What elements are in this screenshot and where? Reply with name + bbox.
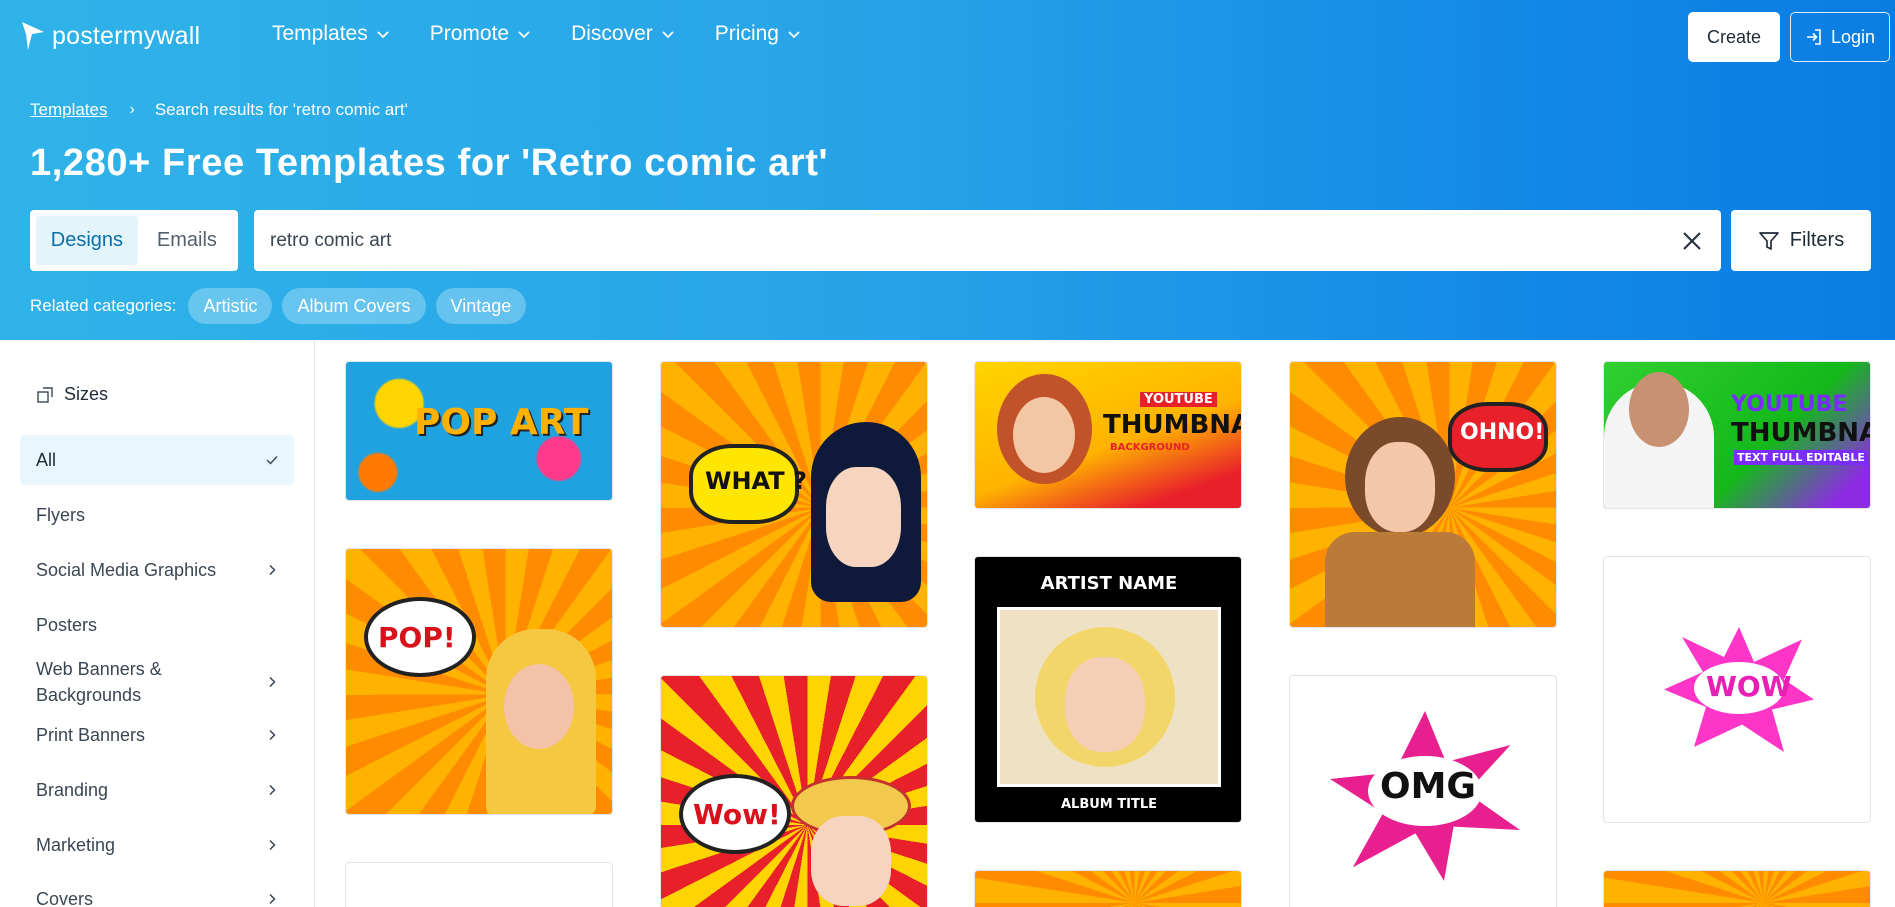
template-card[interactable]: [345, 862, 613, 907]
breadcrumb-current: Search results for 'retro comic art': [154, 100, 408, 119]
chip-album-covers[interactable]: Album Covers: [282, 288, 426, 324]
sidebar-item-label: Web Banners & Backgrounds: [36, 659, 162, 705]
sidebar-item-web-banners[interactable]: Web Banners & Backgrounds: [20, 656, 294, 708]
template-text: WOW: [1706, 670, 1792, 703]
template-card[interactable]: WOW: [1603, 556, 1871, 823]
template-text: BACKGROUND: [1110, 442, 1190, 453]
chevron-down-icon: [662, 31, 674, 39]
related-label: Related categories:: [30, 296, 177, 315]
template-text: WHAT ?: [705, 467, 807, 495]
related-categories: Related categories: Artistic Album Cover…: [30, 288, 527, 324]
template-card[interactable]: [1603, 870, 1871, 907]
template-card[interactable]: ARTIST NAME ALBUM TITLE: [974, 556, 1242, 823]
filters-button[interactable]: Filters: [1731, 210, 1871, 271]
menu-label: Templates: [272, 22, 368, 45]
sidebar-item-branding[interactable]: Branding: [20, 777, 294, 803]
resize-icon: [37, 386, 53, 403]
template-text: THUMBNAIL: [1103, 410, 1241, 440]
hero-header: postermywall Templates Promote Discover …: [0, 0, 1895, 340]
tab-emails[interactable]: Emails: [142, 216, 232, 265]
sidebar-item-label: Posters: [36, 615, 98, 635]
template-card[interactable]: POP ART: [345, 361, 613, 501]
breadcrumb-templates-link[interactable]: Templates: [30, 100, 107, 120]
create-button[interactable]: Create: [1688, 12, 1780, 62]
sidebar-item-label: Marketing: [36, 835, 116, 855]
sidebar-item-label: Flyers: [36, 505, 85, 525]
sidebar-item-social-media-graphics[interactable]: Social Media Graphics: [20, 557, 294, 583]
chevron-right-icon: ›: [129, 101, 135, 118]
template-text: Wow!: [693, 798, 781, 831]
template-text: OHNO!: [1460, 420, 1545, 445]
tab-designs[interactable]: Designs: [36, 216, 138, 265]
filter-icon: [1758, 231, 1779, 250]
sidebar-item-covers[interactable]: Covers: [20, 886, 294, 907]
close-icon[interactable]: [1681, 230, 1703, 252]
sidebar-item-marketing[interactable]: Marketing: [20, 832, 294, 858]
template-card[interactable]: YOUTUBE THUMBNAIL BACKGROUND: [974, 361, 1242, 509]
template-text: THUMBNAIL: [1731, 418, 1870, 448]
logo[interactable]: postermywall: [20, 20, 200, 52]
designs-emails-toggle: Designs Emails: [30, 210, 238, 271]
chip-artistic[interactable]: Artistic: [188, 288, 273, 324]
chevron-right-icon: [269, 676, 276, 688]
sidebar-item-flyers[interactable]: Flyers: [20, 502, 294, 528]
sizes-sidebar: Sizes All Flyers Social Media Graphics P…: [0, 340, 315, 907]
chevron-right-icon: [269, 839, 276, 851]
menu-label: Promote: [429, 22, 510, 45]
breadcrumb: Templates › Search results for 'retro co…: [30, 100, 408, 120]
menu-label: Pricing: [714, 22, 779, 45]
login-icon: [1806, 29, 1821, 45]
sidebar-item-label: Social Media Graphics: [36, 560, 217, 580]
menu-promote[interactable]: Promote: [430, 22, 531, 46]
sidebar-item-label: Covers: [36, 889, 94, 907]
menu-pricing[interactable]: Pricing: [715, 22, 801, 46]
template-card[interactable]: [974, 870, 1242, 907]
sizes-label: Sizes: [64, 384, 109, 404]
template-text: POP!: [378, 621, 456, 654]
template-text: ARTIST NAME: [1040, 573, 1178, 594]
template-text: ALBUM TITLE: [1060, 797, 1157, 812]
sidebar-item-label: Print Banners: [36, 725, 146, 745]
template-card[interactable]: OMG: [1289, 675, 1557, 907]
template-text: TEXT FULL EDITABLE: [1734, 450, 1868, 465]
chevron-right-icon: [269, 564, 276, 576]
chevron-right-icon: [269, 784, 276, 796]
filters-label: Filters: [1789, 229, 1845, 251]
chevron-down-icon: [377, 31, 389, 39]
search-input[interactable]: [270, 210, 1650, 271]
menu-label: Discover: [571, 22, 653, 45]
logo-text: postermywall: [52, 21, 201, 50]
login-button[interactable]: Login: [1790, 12, 1890, 62]
page-title: 1,280+ Free Templates for 'Retro comic a…: [30, 142, 829, 184]
check-icon: [266, 456, 278, 465]
template-text: YOUTUBE: [1140, 392, 1217, 407]
top-nav: postermywall Templates Promote Discover …: [0, 0, 1895, 72]
logo-icon: [22, 22, 44, 50]
menu-discover[interactable]: Discover: [571, 22, 675, 46]
template-card[interactable]: YOUTUBE THUMBNAIL TEXT FULL EDITABLE: [1603, 361, 1871, 509]
sidebar-item-print-banners[interactable]: Print Banners: [20, 722, 294, 748]
template-text: POP ART: [414, 402, 589, 443]
chevron-right-icon: [269, 729, 276, 741]
chevron-down-icon: [788, 31, 800, 39]
login-label: Login: [1830, 26, 1876, 47]
template-card[interactable]: WHAT ?: [660, 361, 928, 628]
template-card[interactable]: OHNO!: [1289, 361, 1557, 628]
search-bar: [254, 210, 1721, 271]
chevron-right-icon: [269, 893, 276, 905]
sidebar-item-label: Branding: [36, 780, 109, 800]
main-menu: Templates Promote Discover Pricing: [272, 22, 841, 46]
template-text: YOUTUBE: [1731, 392, 1848, 417]
template-card[interactable]: Wow!: [660, 675, 928, 907]
sidebar-item-all[interactable]: All: [20, 435, 294, 485]
sizes-heading: Sizes: [36, 384, 108, 405]
template-card[interactable]: POP!: [345, 548, 613, 815]
menu-templates[interactable]: Templates: [272, 22, 390, 46]
chip-vintage[interactable]: Vintage: [435, 288, 527, 324]
sidebar-item-posters[interactable]: Posters: [20, 612, 294, 638]
template-text: OMG: [1380, 766, 1476, 807]
chevron-down-icon: [518, 31, 530, 39]
sidebar-item-label: All: [36, 450, 57, 470]
